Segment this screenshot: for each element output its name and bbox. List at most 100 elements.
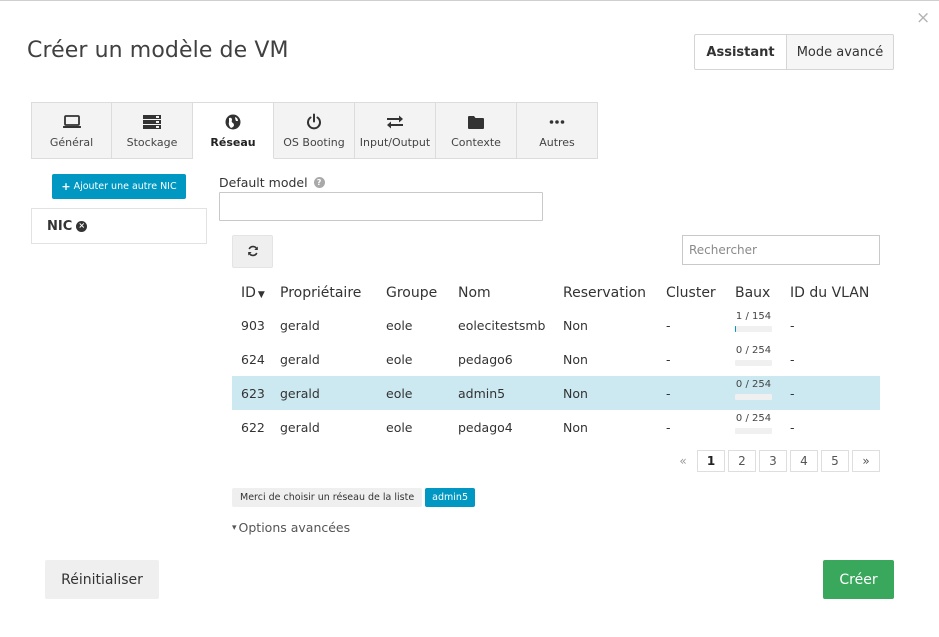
- cell-group: eole: [386, 419, 413, 435]
- leases-bar: [735, 359, 772, 366]
- cell-reservation: Non: [563, 317, 588, 333]
- cell-name: pedago4: [458, 419, 513, 435]
- cell-id: 624: [241, 351, 265, 367]
- power-icon: [304, 113, 324, 131]
- storage-icon: [142, 113, 162, 131]
- pagination-next[interactable]: »: [852, 450, 880, 472]
- cell-name: admin5: [458, 385, 506, 401]
- cell-group: eole: [386, 351, 413, 367]
- reset-button[interactable]: Réinitialiser: [45, 560, 159, 599]
- cell-id: 623: [241, 385, 265, 401]
- sort-desc-icon: ▼: [257, 290, 265, 300]
- search-input[interactable]: [682, 235, 880, 265]
- tab-context[interactable]: Contexte: [436, 102, 517, 159]
- table-row-selected[interactable]: 623 gerald eole admin5 Non - 0 / 254 -: [232, 376, 880, 410]
- cell-vlan-id: -: [790, 385, 795, 401]
- tab-label: Autres: [539, 136, 575, 149]
- column-header-vlan-id[interactable]: ID du VLAN: [790, 285, 880, 301]
- leases-text: 1 / 154: [735, 310, 772, 322]
- leases-progress: 0 / 254: [735, 413, 772, 434]
- advanced-options-label: Options avancées: [238, 520, 351, 535]
- tab-label: Contexte: [451, 136, 501, 149]
- cell-cluster: -: [666, 385, 671, 401]
- add-nic-label: Ajouter une autre NIC: [73, 181, 177, 192]
- column-header-name[interactable]: Nom: [458, 285, 563, 301]
- cell-vlan-id: -: [790, 419, 795, 435]
- pagination-page-4[interactable]: 4: [790, 450, 818, 472]
- cell-owner: gerald: [280, 419, 320, 435]
- cell-cluster: -: [666, 317, 671, 333]
- leases-bar: [735, 393, 772, 400]
- globe-icon: [223, 113, 243, 131]
- column-header-id[interactable]: ID ▼: [232, 285, 280, 301]
- close-icon[interactable]: ×: [916, 8, 930, 28]
- advanced-mode-button[interactable]: Mode avancé: [787, 34, 894, 70]
- cell-id: 903: [241, 317, 265, 333]
- tab-other[interactable]: Autres: [517, 102, 598, 159]
- remove-nic-icon[interactable]: ×: [76, 220, 88, 232]
- leases-text: 0 / 254: [735, 344, 772, 356]
- column-header-reservation[interactable]: Reservation: [563, 285, 666, 301]
- pagination-page-3[interactable]: 3: [759, 450, 787, 472]
- tab-label: Input/Output: [359, 136, 431, 149]
- cell-leases: 0 / 254: [735, 413, 790, 434]
- cell-owner: gerald: [280, 317, 320, 333]
- tab-input-output[interactable]: Input/Output: [355, 102, 436, 159]
- column-label: ID: [241, 285, 256, 301]
- cell-reservation: Non: [563, 419, 588, 435]
- table-row[interactable]: 624 gerald eole pedago6 Non - 0 / 254 -: [232, 342, 880, 376]
- cell-id: 622: [241, 419, 265, 435]
- tab-os-booting[interactable]: OS Booting: [274, 102, 355, 159]
- default-model-label: Default model ?: [219, 175, 325, 190]
- column-header-owner[interactable]: Propriétaire: [280, 285, 386, 301]
- mode-toggle: Assistant Mode avancé: [694, 34, 894, 70]
- pagination: « 1 2 3 4 5 »: [669, 450, 880, 472]
- pagination-prev[interactable]: «: [672, 450, 694, 472]
- top-border: [0, 0, 939, 1]
- pagination-page-5[interactable]: 5: [821, 450, 849, 472]
- leases-bar: [735, 427, 772, 434]
- table-row[interactable]: 622 gerald eole pedago4 Non - 0 / 254 -: [232, 410, 880, 444]
- pagination-page-1[interactable]: 1: [697, 450, 725, 472]
- dialog-title: Créer un modèle de VM: [27, 38, 289, 63]
- wizard-tabs: Général Stockage Réseau OS Booting Input…: [31, 102, 598, 159]
- caret-down-icon: ▾: [232, 522, 237, 533]
- cell-name: pedago6: [458, 351, 513, 367]
- tab-storage[interactable]: Stockage: [112, 102, 193, 159]
- column-header-cluster[interactable]: Cluster: [666, 285, 735, 301]
- advanced-options-toggle[interactable]: ▾ Options avancées: [232, 520, 350, 535]
- column-header-group[interactable]: Groupe: [386, 285, 458, 301]
- nic-list-item[interactable]: NIC ×: [31, 208, 207, 244]
- create-button[interactable]: Créer: [823, 560, 894, 599]
- default-model-input[interactable]: [219, 192, 543, 221]
- cell-owner: gerald: [280, 385, 320, 401]
- nic-label: NIC: [47, 218, 73, 234]
- cell-group: eole: [386, 385, 413, 401]
- help-icon[interactable]: ?: [313, 177, 325, 188]
- cell-name: eolecitestsmb: [458, 317, 546, 333]
- pagination-page-2[interactable]: 2: [728, 450, 756, 472]
- selection-info: Merci de choisir un réseau de la liste a…: [232, 488, 475, 507]
- cell-vlan-id: -: [790, 351, 795, 367]
- assistant-mode-button[interactable]: Assistant: [694, 34, 787, 70]
- exchange-icon: [385, 113, 405, 131]
- table-row[interactable]: 903 gerald eole eolecitestsmb Non - 1 / …: [232, 308, 880, 342]
- default-model-text: Default model: [219, 175, 308, 190]
- tab-general[interactable]: Général: [31, 102, 112, 159]
- tab-label: Stockage: [126, 136, 178, 149]
- folder-icon: [466, 113, 486, 131]
- tab-label: OS Booting: [283, 136, 345, 149]
- cell-group: eole: [386, 317, 413, 333]
- leases-bar: [735, 325, 772, 332]
- add-nic-button[interactable]: + Ajouter une autre NIC: [52, 174, 186, 199]
- network-table: ID ▼ Propriétaire Groupe Nom Reservation …: [232, 278, 880, 444]
- table-header: ID ▼ Propriétaire Groupe Nom Reservation …: [232, 278, 880, 308]
- cell-cluster: -: [666, 351, 671, 367]
- tab-network[interactable]: Réseau: [193, 102, 274, 159]
- selection-message: Merci de choisir un réseau de la liste: [232, 488, 423, 507]
- refresh-button[interactable]: [232, 235, 273, 268]
- cell-reservation: Non: [563, 351, 588, 367]
- column-header-leases[interactable]: Baux: [735, 285, 790, 301]
- tab-label: Réseau: [210, 136, 256, 149]
- ellipsis-icon: [547, 113, 567, 131]
